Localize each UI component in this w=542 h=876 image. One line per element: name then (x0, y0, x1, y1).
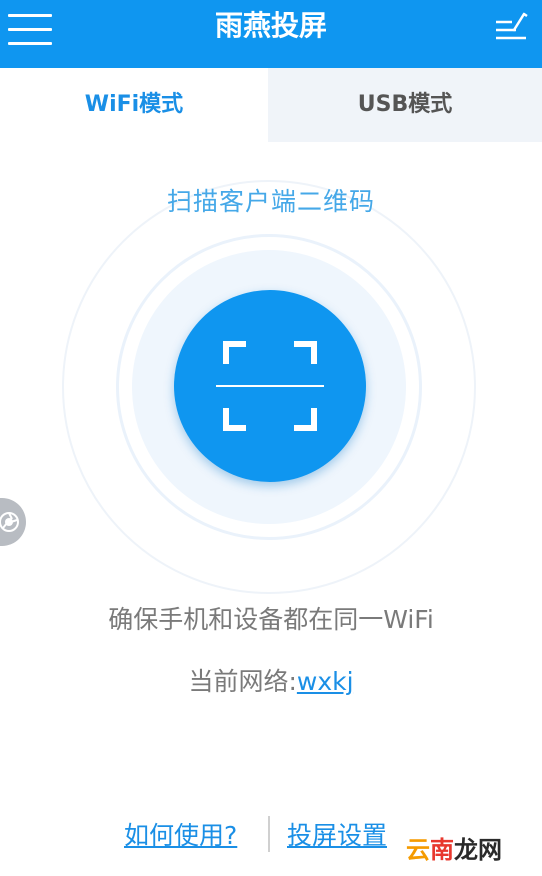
watermark-part: 南 (430, 836, 454, 864)
tab-usb-mode[interactable]: USB模式 (268, 68, 542, 142)
cast-settings-link[interactable]: 投屏设置 (287, 816, 387, 852)
same-wifi-hint: 确保手机和设备都在同一WiFi (108, 605, 434, 634)
mode-tabs: WiFi模式 USB模式 (0, 68, 542, 142)
tab-wifi-mode[interactable]: WiFi模式 (0, 68, 268, 142)
watermark-part: 龙网 (454, 836, 502, 864)
app-title: 雨燕投屏 (214, 9, 327, 42)
scan-qr-button[interactable] (174, 290, 366, 482)
floating-side-button[interactable] (0, 498, 26, 546)
current-network: 当前网络:wxkj (0, 662, 542, 698)
app-header: 雨燕投屏 (0, 0, 542, 68)
footer-divider (268, 816, 270, 852)
edit-list-icon[interactable] (494, 10, 530, 44)
network-label: 当前网络: (188, 667, 297, 696)
scan-qr-title: 扫描客户端二维码 (166, 187, 375, 216)
watermark-part: 云 (406, 836, 430, 864)
how-to-use-link[interactable]: 如何使用? (124, 816, 237, 852)
camera-shutter-icon (0, 512, 19, 532)
network-name-link[interactable]: wxkj (297, 667, 354, 696)
qr-scan-icon (216, 341, 324, 431)
watermark: 云南龙网 (406, 830, 502, 865)
